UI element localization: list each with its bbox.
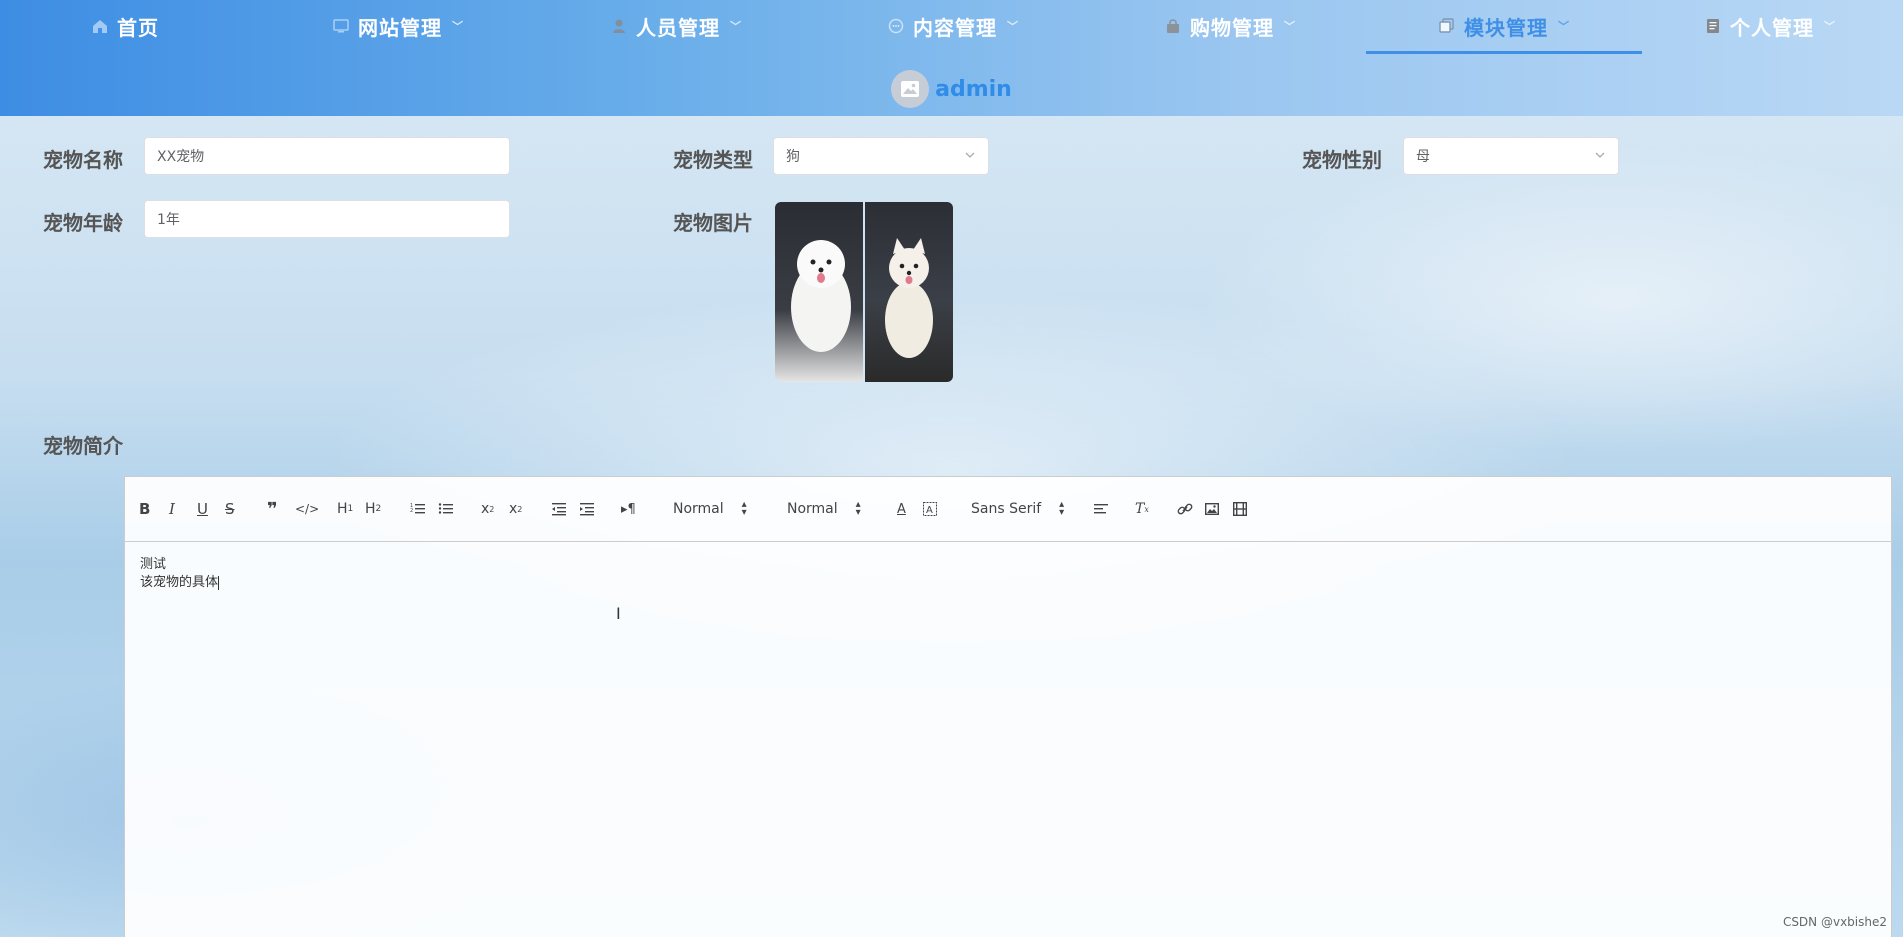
header-select-value: Normal (673, 501, 724, 517)
header-select[interactable]: Normal ▴ ▾ (673, 499, 747, 519)
pet-name-input[interactable]: XX宠物 (144, 137, 510, 175)
nav-item-personnel[interactable]: 人员管理 ﹀ (596, 0, 756, 52)
pet-type-label: 宠物类型 (673, 148, 753, 172)
pet-photo[interactable] (865, 202, 953, 382)
chat-icon (887, 17, 905, 35)
editor-toolbar: B I U S ❞ </> H1 H2 12 x2 x2 ▸¶ Normal ▴… (125, 477, 1891, 542)
size-select[interactable]: Normal ▴ ▾ (787, 499, 861, 519)
code-block-icon[interactable]: </> (295, 499, 319, 519)
strikethrough-icon[interactable]: S (225, 499, 235, 519)
text-direction-icon[interactable]: ▸¶ (621, 499, 636, 519)
link-icon[interactable] (1177, 499, 1193, 519)
pet-age-value: 1年 (157, 212, 180, 228)
chevron-down-icon: ﹀ (1007, 20, 1019, 33)
chevron-down-icon: ﹀ (1824, 20, 1836, 33)
updown-arrow-icon: ▴ ▾ (855, 499, 861, 518)
indent-icon[interactable] (579, 499, 595, 519)
pet-image-gallery[interactable] (775, 202, 953, 382)
font-select-value: Sans Serif (971, 501, 1042, 517)
pet-age-label: 宠物年龄 (43, 211, 123, 235)
header-1-icon[interactable]: H1 (337, 499, 353, 519)
align-icon[interactable] (1093, 499, 1109, 519)
nav-label-content: 内容管理 (913, 15, 997, 40)
pet-name-value: XX宠物 (157, 149, 205, 165)
chevron-down-icon (1594, 149, 1606, 165)
text-caret (218, 575, 220, 590)
rich-text-editor[interactable]: B I U S ❞ </> H1 H2 12 x2 x2 ▸¶ Normal ▴… (124, 476, 1892, 937)
nav-item-personal[interactable]: 个人管理 ﹀ (1690, 0, 1850, 52)
nav-item-modules[interactable]: 模块管理 ﹀ (1366, 0, 1642, 54)
pet-intro-label: 宠物简介 (43, 434, 123, 458)
updown-arrow-icon: ▴ ▾ (1059, 499, 1065, 518)
editor-line: 测试 (140, 557, 167, 572)
text-color-icon[interactable]: A (897, 499, 906, 519)
editor-content[interactable]: 测试 该宠物的具体 (125, 542, 1891, 606)
image-icon[interactable] (1205, 499, 1219, 519)
nav-label-modules: 模块管理 (1464, 15, 1548, 40)
pet-type-value: 狗 (786, 149, 800, 165)
editor-line-with-caret: 该宠物的具体 (140, 574, 1876, 592)
size-select-value: Normal (787, 501, 838, 517)
document-icon (1704, 17, 1722, 35)
clear-format-icon[interactable]: Tx (1135, 499, 1149, 519)
svg-text:2: 2 (410, 508, 413, 514)
username[interactable]: admin (935, 77, 1012, 102)
bag-icon (1164, 17, 1182, 35)
user-icon (610, 17, 628, 35)
pet-gender-value: 母 (1416, 149, 1430, 165)
copy-icon (1438, 17, 1456, 35)
nav-label-site: 网站管理 (358, 15, 442, 40)
updown-arrow-icon: ▴ ▾ (741, 499, 747, 518)
pet-gender-select[interactable]: 母 (1403, 137, 1619, 175)
svg-text:A: A (926, 505, 933, 516)
top-header: 首页 网站管理 ﹀ 人员管理 ﹀ 内容管理 ﹀ 购物管理 ﹀ 模块管理 ﹀ 个人… (0, 0, 1903, 116)
subscript-icon[interactable]: x2 (481, 499, 494, 519)
pet-photo[interactable] (775, 202, 863, 382)
chevron-down-icon (964, 149, 976, 165)
underline-icon[interactable]: U (197, 499, 208, 519)
editor-line: 该宠物的具体 (140, 575, 219, 590)
main-nav: 首页 网站管理 ﹀ 人员管理 ﹀ 内容管理 ﹀ 购物管理 ﹀ 模块管理 ﹀ 个人… (0, 0, 1903, 56)
pet-age-input[interactable]: 1年 (144, 200, 510, 238)
pet-type-select[interactable]: 狗 (773, 137, 989, 175)
header-2-icon[interactable]: H2 (365, 499, 381, 519)
home-icon (91, 17, 109, 35)
superscript-icon[interactable]: x2 (509, 499, 522, 519)
nav-item-home[interactable]: 首页 (80, 0, 170, 52)
watermark: CSDN @vxbishe2 (1782, 915, 1887, 929)
nav-label-personnel: 人员管理 (636, 15, 720, 40)
ibeam-cursor-icon: I (616, 604, 621, 623)
video-icon[interactable] (1233, 499, 1247, 519)
pet-name-label: 宠物名称 (43, 148, 123, 172)
nav-item-shopping[interactable]: 购物管理 ﹀ (1150, 0, 1310, 52)
blockquote-icon[interactable]: ❞ (267, 499, 278, 520)
chevron-down-icon: ﹀ (452, 20, 464, 33)
user-info[interactable]: admin (0, 70, 1903, 108)
nav-label-home: 首页 (117, 15, 159, 40)
nav-label-personal: 个人管理 (1730, 15, 1814, 40)
pet-gender-label: 宠物性别 (1302, 148, 1382, 172)
image-icon (901, 81, 920, 97)
bullet-list-icon[interactable] (438, 499, 454, 519)
chevron-down-icon: ﹀ (1284, 20, 1296, 33)
ordered-list-icon[interactable]: 12 (410, 499, 426, 519)
chevron-down-icon: ﹀ (1558, 20, 1570, 33)
nav-item-site[interactable]: 网站管理 ﹀ (318, 0, 478, 52)
monitor-icon (332, 17, 350, 35)
outdent-icon[interactable] (551, 499, 567, 519)
bold-icon[interactable]: B (139, 499, 150, 519)
pet-image-label: 宠物图片 (673, 211, 753, 235)
chevron-down-icon: ﹀ (730, 20, 742, 33)
italic-icon[interactable]: I (169, 499, 175, 519)
nav-label-shopping: 购物管理 (1190, 15, 1274, 40)
background-color-icon[interactable]: A (923, 499, 937, 519)
avatar[interactable] (891, 70, 930, 108)
nav-item-content[interactable]: 内容管理 ﹀ (873, 0, 1033, 52)
font-select[interactable]: Sans Serif ▴ ▾ (971, 499, 1064, 519)
